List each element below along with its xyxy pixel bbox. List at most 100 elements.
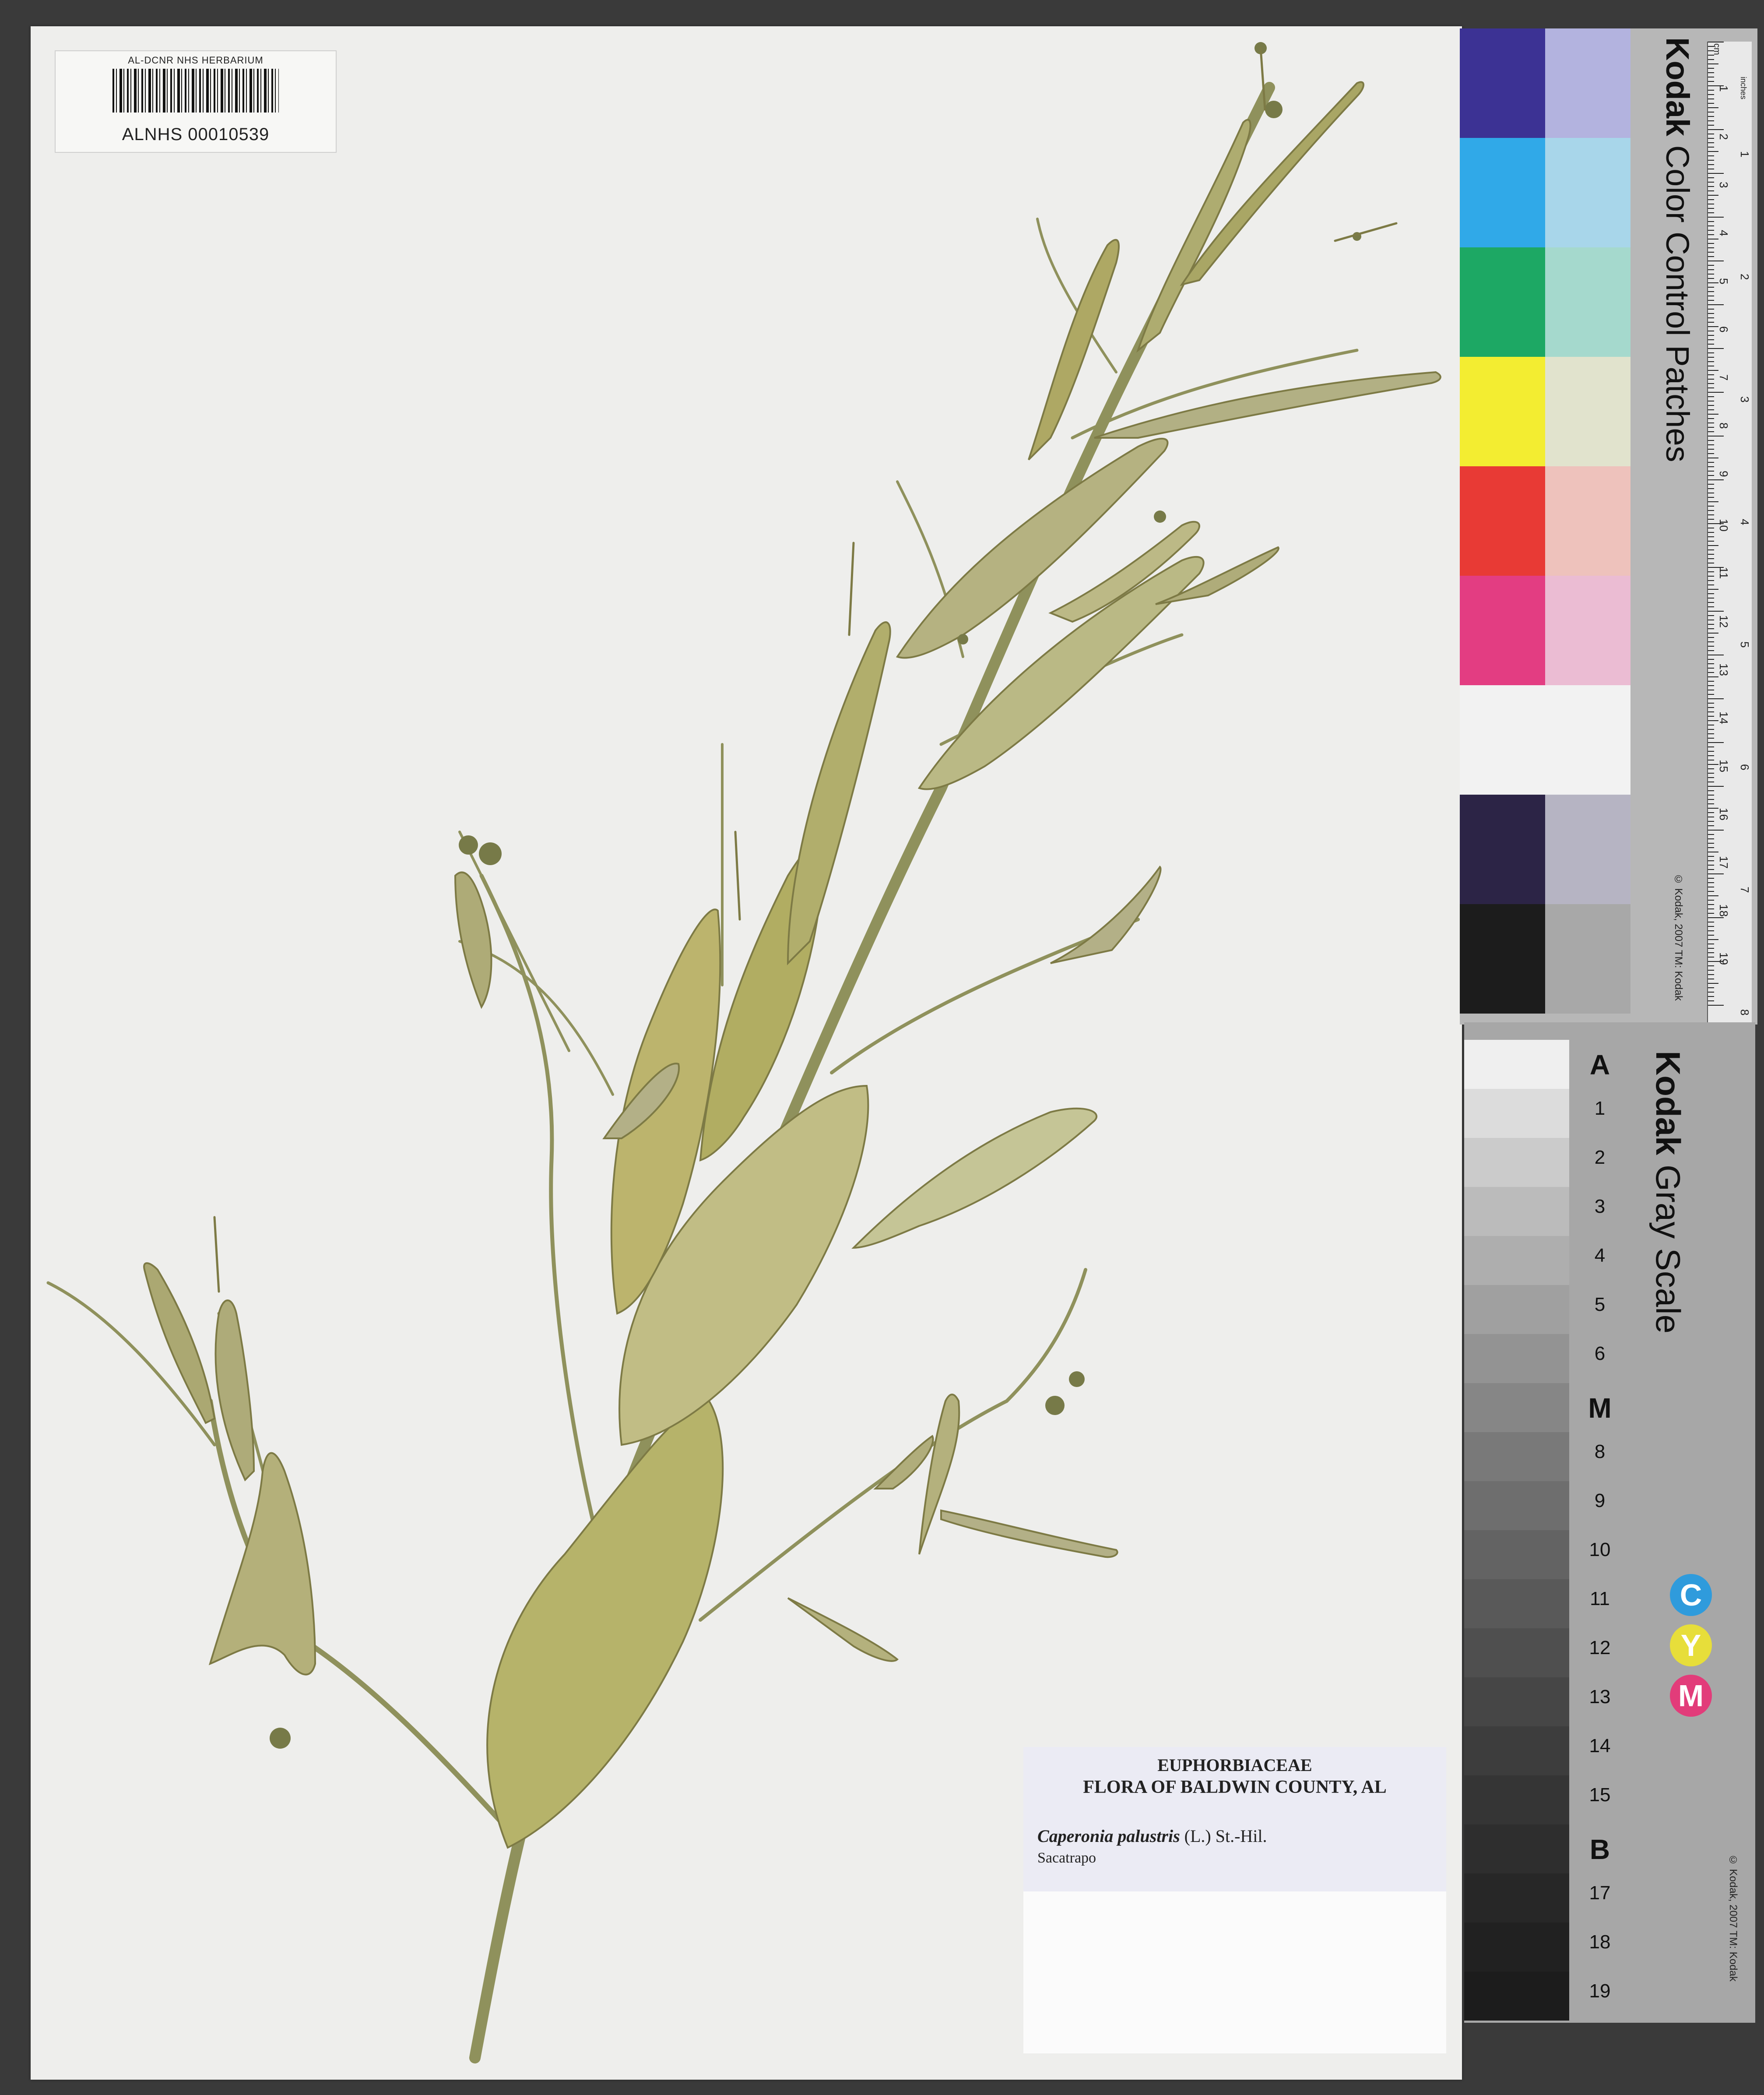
ruler-tick	[1708, 217, 1724, 218]
gray-step	[1464, 1530, 1569, 1579]
gray-step	[1464, 1481, 1569, 1530]
ruler-tick	[1708, 545, 1718, 546]
ruler: cm inches 1 2 3 4 5 6 7 8 9 10 11 12 13 14 15 16 17 18 19 1…	[1707, 42, 1752, 1022]
ruler-tick	[1708, 405, 1714, 406]
ruler-tick	[1708, 519, 1714, 520]
gray-step	[1464, 1775, 1569, 1824]
gray-step-label: 2	[1594, 1147, 1606, 1168]
gray-step	[1464, 1579, 1569, 1628]
ruler-tick	[1708, 81, 1714, 82]
ruler-tick	[1708, 94, 1714, 95]
ruler-tick	[1708, 129, 1724, 130]
ruler-tick	[1708, 120, 1714, 121]
ruler-tick	[1708, 611, 1724, 612]
ruler-tick	[1708, 650, 1714, 651]
ruler-tick	[1708, 580, 1714, 581]
ruler-tick	[1708, 532, 1714, 533]
ruler-inch-mark: 8	[1738, 1009, 1751, 1016]
ruler-tick	[1708, 606, 1714, 607]
ruler-tick	[1708, 479, 1724, 480]
patch-magenta-light	[1545, 576, 1630, 685]
ruler-tick	[1708, 996, 1714, 997]
gray-step-label: 17	[1589, 1882, 1611, 1904]
ruler-tick	[1708, 777, 1714, 778]
gray-step	[1464, 1285, 1569, 1334]
ruler-tick	[1708, 593, 1714, 594]
ruler-tick	[1708, 738, 1714, 739]
ruler-tick	[1708, 703, 1714, 704]
ruler-tick	[1708, 221, 1714, 222]
ruler-tick	[1708, 860, 1714, 861]
patch-black-light	[1545, 904, 1630, 1014]
gray-step-label: 14	[1589, 1735, 1611, 1757]
ruler-tick	[1708, 370, 1718, 371]
ruler-tick	[1708, 72, 1714, 73]
ruler-tick	[1708, 637, 1714, 638]
cym-target-m: M	[1670, 1675, 1712, 1717]
ruler-cm-mark: 15	[1717, 760, 1730, 772]
ruler-tick	[1708, 957, 1714, 958]
ruler-inch-mark: 2	[1738, 274, 1751, 280]
ruler-tick	[1708, 746, 1714, 747]
gray-step	[1464, 1873, 1569, 1922]
ruler-tick	[1708, 751, 1714, 752]
ruler-tick	[1708, 300, 1714, 301]
ruler-tick	[1708, 252, 1714, 253]
ruler-tick	[1708, 186, 1714, 187]
ruler-tick	[1708, 431, 1714, 432]
ruler-tick	[1708, 768, 1714, 769]
ruler-tick	[1708, 646, 1714, 647]
ruler-tick	[1708, 917, 1724, 918]
ruler-tick	[1708, 274, 1714, 275]
ruler-tick	[1708, 681, 1714, 682]
color-card-copyright: © Kodak, 2007 TM: Kodak	[1673, 873, 1684, 1001]
ruler-tick	[1708, 90, 1714, 91]
gray-step-label: 18	[1589, 1931, 1611, 1953]
ruler-tick	[1708, 624, 1714, 625]
ruler-tick	[1708, 795, 1714, 796]
ruler-tick	[1708, 930, 1714, 931]
color-card-subtitle: Color Control Patches	[1659, 145, 1696, 462]
gray-step-label: 10	[1589, 1539, 1611, 1560]
gray-step-label: 15	[1589, 1784, 1611, 1806]
common-name: Sacatrapo	[1037, 1850, 1096, 1866]
ruler-cm-mark: 10	[1717, 519, 1730, 532]
ruler-tick	[1708, 427, 1714, 428]
gray-step	[1464, 1922, 1569, 1972]
ruler-tick	[1708, 685, 1714, 686]
ruler-tick	[1708, 230, 1714, 231]
ruler-tick	[1708, 825, 1714, 826]
ruler-tick	[1708, 707, 1714, 708]
ruler-cm-mark: 7	[1717, 374, 1730, 381]
ruler-tick	[1708, 742, 1724, 743]
gray-steps	[1464, 1040, 1569, 2021]
ruler-cm-mark: 6	[1717, 326, 1730, 333]
ruler-cm-mark: 1	[1717, 85, 1730, 92]
ruler-tick	[1708, 387, 1714, 388]
patch-cyan-dark	[1460, 138, 1545, 247]
ruler-tick	[1708, 453, 1714, 454]
ruler-tick	[1708, 733, 1714, 734]
ruler-tick	[1708, 711, 1714, 712]
ruler-tick	[1708, 278, 1714, 279]
ruler-tick	[1708, 939, 1718, 940]
ruler-tick	[1708, 628, 1714, 629]
ruler-tick	[1708, 900, 1714, 901]
gray-step-label: M	[1588, 1392, 1612, 1424]
ruler-cm-mark: 14	[1717, 711, 1730, 724]
ruler-tick	[1708, 155, 1714, 156]
ruler-tick	[1708, 790, 1714, 791]
ruler-tick	[1708, 418, 1714, 419]
ruler-tick	[1708, 208, 1714, 209]
gray-step	[1464, 1334, 1569, 1383]
ruler-tick	[1708, 865, 1714, 866]
ruler-tick	[1708, 698, 1724, 699]
taxon: Caperonia palustris (L.) St.-Hil.	[1037, 1826, 1267, 1846]
ruler-cm-mark: 19	[1717, 952, 1730, 965]
patch-green-dark	[1460, 247, 1545, 357]
ruler-tick	[1708, 987, 1714, 988]
gray-step-label: 4	[1594, 1245, 1606, 1266]
ruler-tick	[1708, 812, 1714, 813]
ruler-unit-in: inches	[1739, 77, 1748, 100]
ruler-cm-mark: 8	[1717, 423, 1730, 429]
